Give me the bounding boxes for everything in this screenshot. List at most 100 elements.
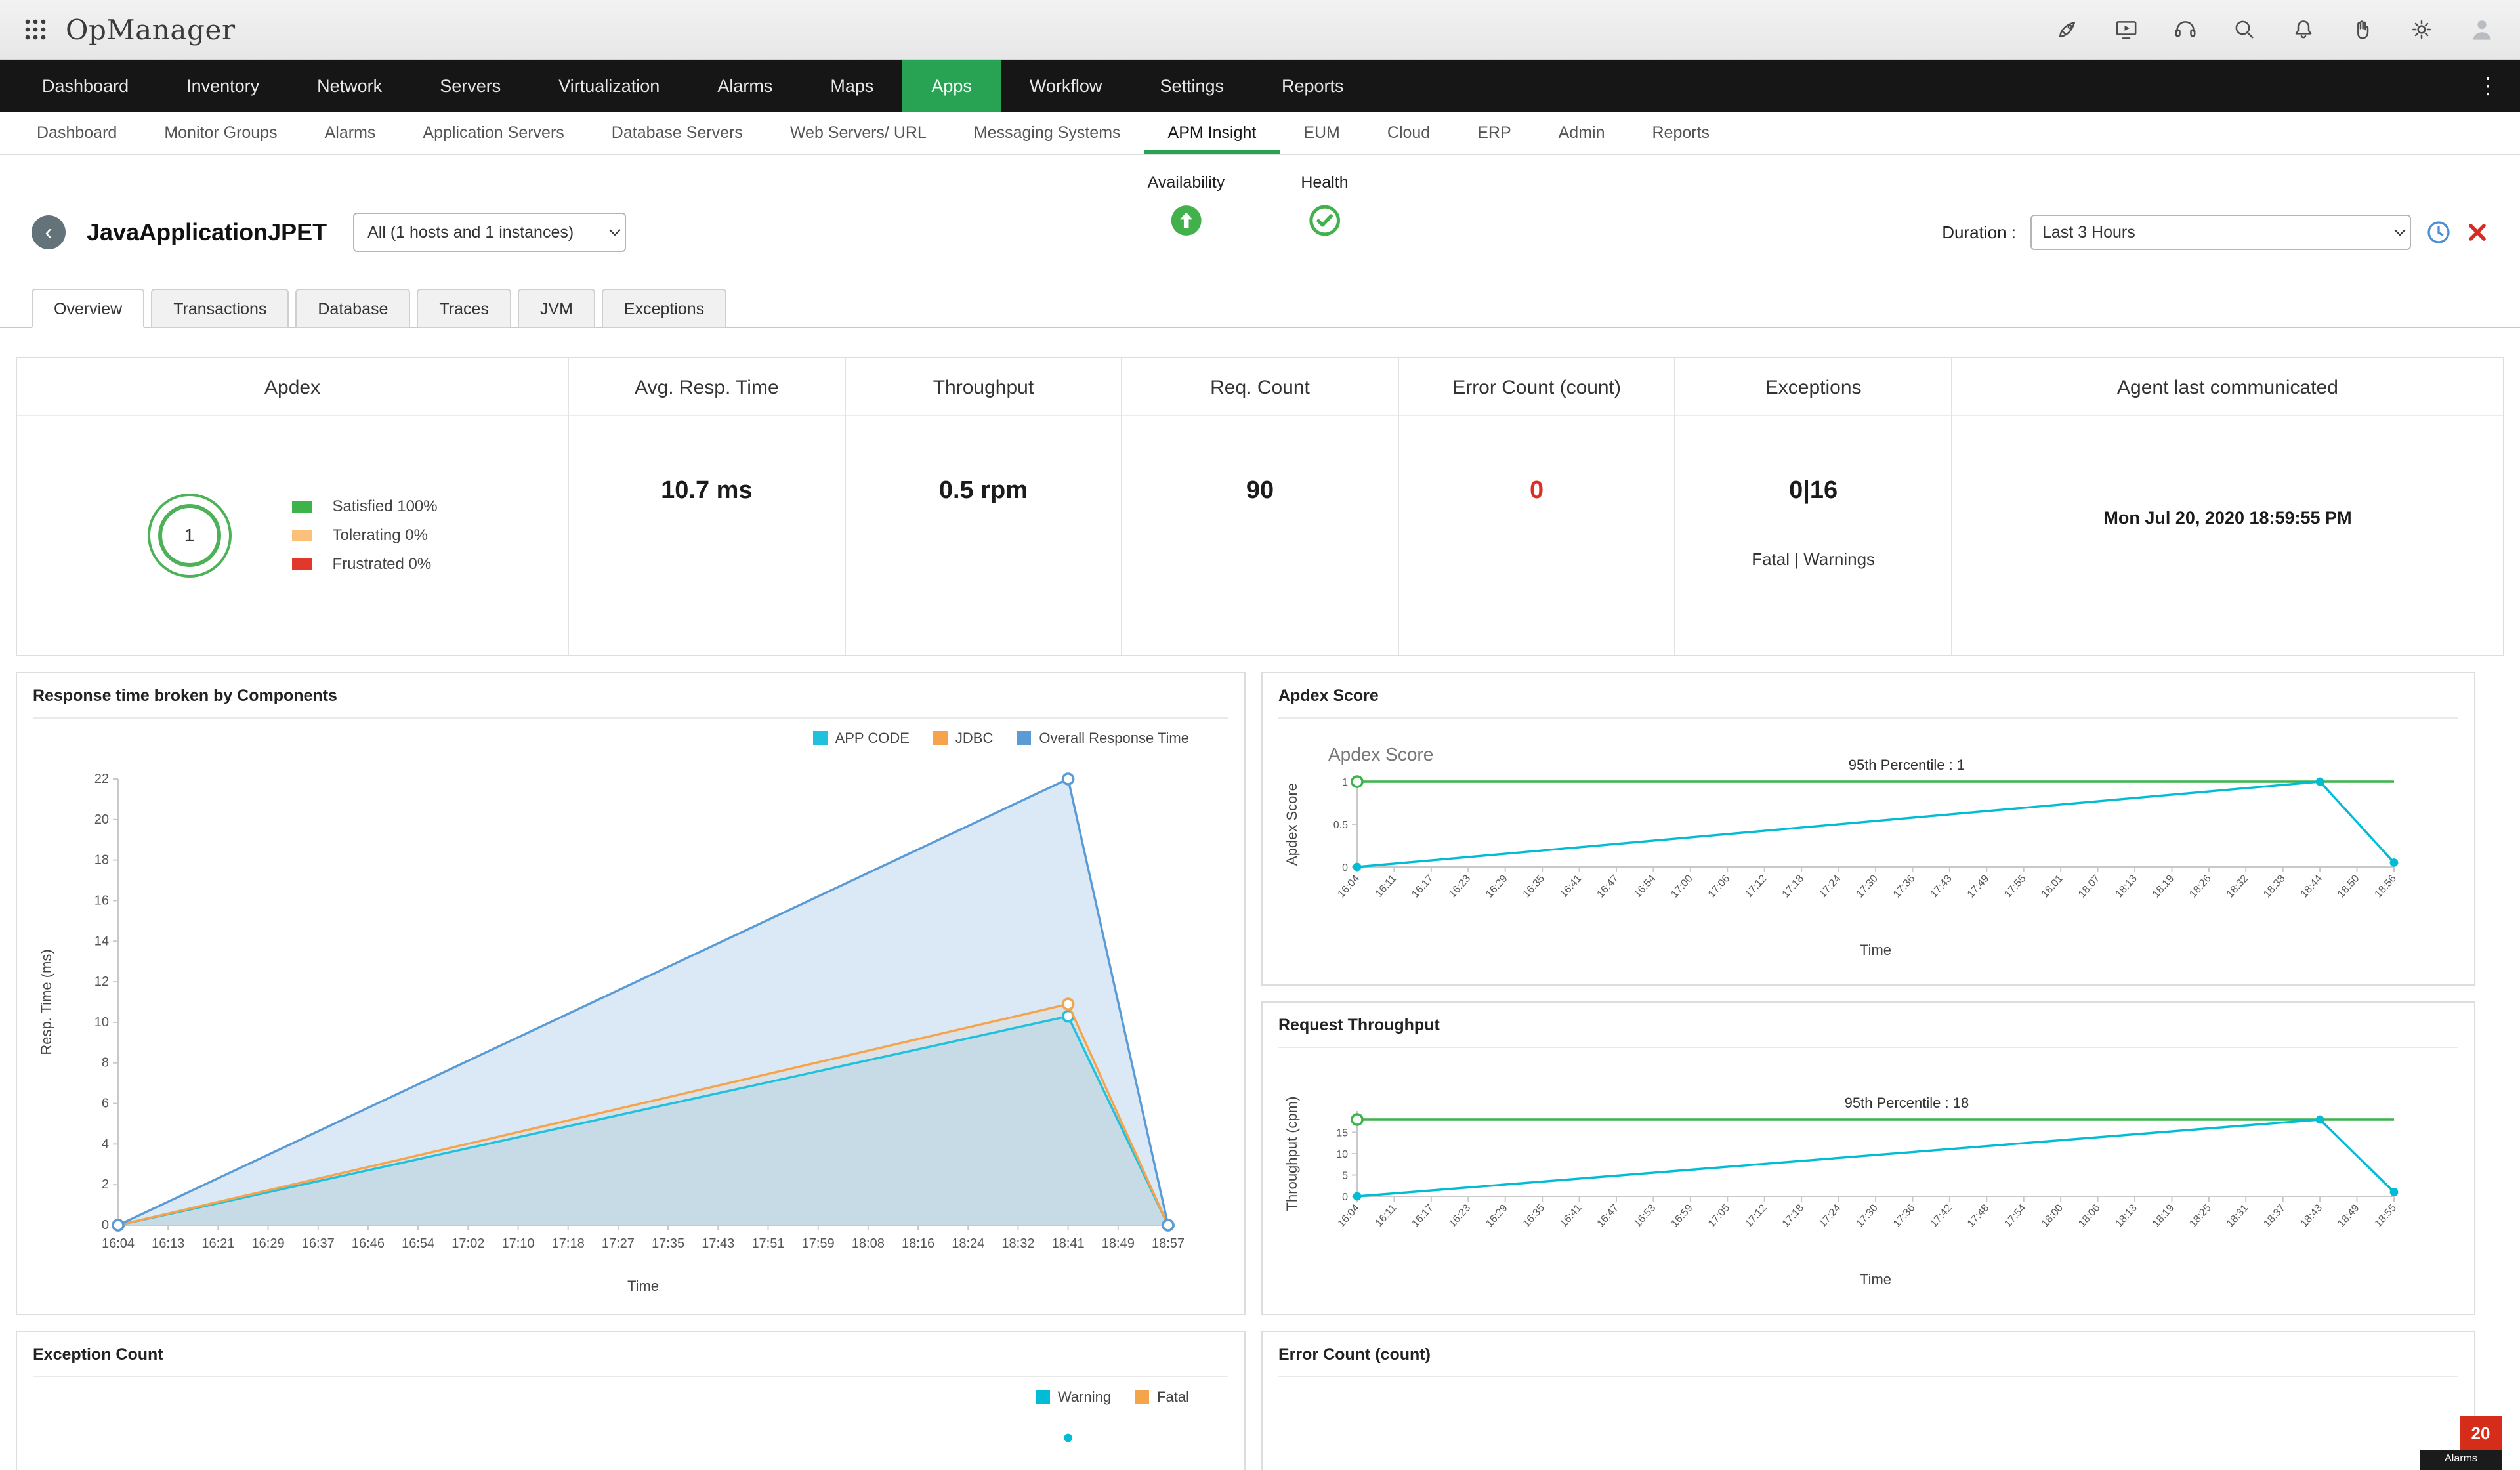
health-check-icon (1308, 218, 1341, 242)
svg-text:17:00: 17:00 (1669, 873, 1694, 900)
app-title[interactable]: OpManager (66, 14, 236, 46)
svg-text:17:05: 17:05 (1706, 1202, 1732, 1229)
legend-overall-response-time: Overall Response Time (1017, 730, 1189, 747)
legend-swatch (1135, 1390, 1149, 1404)
tab-exceptions[interactable]: Exceptions (602, 289, 726, 328)
back-button[interactable]: ‹ (32, 215, 66, 249)
tab-jvm[interactable]: JVM (518, 289, 595, 328)
legend-label: Fatal (1157, 1389, 1189, 1406)
tab-database[interactable]: Database (295, 289, 410, 328)
metric-card-value: 0|16 (1675, 476, 1951, 505)
main-nav-item-servers[interactable]: Servers (411, 60, 530, 112)
sub-nav-item-dashboard[interactable]: Dashboard (13, 112, 140, 154)
overflow-menu-icon[interactable]: ⋮ (2456, 60, 2520, 112)
sub-nav-item-apm-insight[interactable]: APM Insight (1144, 112, 1280, 154)
sub-nav-item-cloud[interactable]: Cloud (1364, 112, 1454, 154)
svg-text:17:48: 17:48 (1965, 1202, 1991, 1229)
close-icon[interactable] (2466, 221, 2488, 243)
svg-text:18:57: 18:57 (1152, 1236, 1185, 1251)
sub-nav-item-erp[interactable]: ERP (1454, 112, 1534, 154)
svg-text:20: 20 (94, 812, 109, 827)
clock-icon[interactable] (2426, 219, 2452, 245)
sub-nav-item-messaging-systems[interactable]: Messaging Systems (950, 112, 1144, 154)
feedback-hand-icon[interactable] (2349, 16, 2376, 43)
main-nav-item-apps[interactable]: Apps (902, 60, 1001, 112)
main-nav: DashboardInventoryNetworkServersVirtuali… (0, 60, 2520, 112)
settings-gear-icon[interactable] (2408, 16, 2435, 43)
svg-text:16:41: 16:41 (1558, 1202, 1584, 1229)
apps-grid-icon[interactable] (24, 18, 47, 41)
main-nav-item-workflow[interactable]: Workflow (1001, 60, 1131, 112)
svg-text:18:55: 18:55 (2373, 1202, 2399, 1229)
sub-nav-item-monitor-groups[interactable]: Monitor Groups (140, 112, 301, 154)
svg-text:16:35: 16:35 (1521, 1202, 1547, 1229)
sub-nav-item-alarms[interactable]: Alarms (301, 112, 400, 154)
svg-text:12: 12 (94, 975, 109, 989)
user-avatar[interactable] (2468, 15, 2496, 44)
duration-select[interactable]: Last 3 Hours (2030, 215, 2411, 250)
svg-text:16:37: 16:37 (302, 1236, 335, 1251)
svg-text:17:43: 17:43 (702, 1236, 734, 1251)
rocket-icon[interactable] (2054, 16, 2080, 43)
main-nav-item-inventory[interactable]: Inventory (158, 60, 288, 112)
svg-text:17:54: 17:54 (2002, 1202, 2028, 1229)
svg-text:16:47: 16:47 (1595, 873, 1621, 900)
metric-card-value: 0 (1399, 476, 1675, 505)
svg-text:17:51: 17:51 (751, 1236, 784, 1251)
svg-text:17:43: 17:43 (1928, 873, 1954, 900)
main-nav-item-network[interactable]: Network (288, 60, 411, 112)
exception-count-panel: Exception Count WarningFatal (16, 1331, 1246, 1470)
legend-jdbc: JDBC (933, 730, 993, 747)
error-count-panel: Error Count (count) (1261, 1331, 2475, 1470)
alarms-widget[interactable]: 20 Alarms (2420, 1416, 2502, 1470)
metric-card-value: 0.5 rpm (846, 476, 1122, 505)
main-nav-item-maps[interactable]: Maps (801, 60, 902, 112)
svg-text:4: 4 (102, 1137, 109, 1151)
host-instance-select[interactable]: All (1 hosts and 1 instances) (353, 213, 626, 252)
metric-card-title: Throughput (846, 358, 1122, 416)
main-nav-item-alarms[interactable]: Alarms (688, 60, 801, 112)
metric-card-title: Req. Count (1122, 358, 1398, 416)
metric-card-value: 90 (1122, 476, 1398, 505)
svg-text:Time: Time (1860, 1271, 1891, 1288)
main-nav-item-virtualization[interactable]: Virtualization (530, 60, 688, 112)
sub-nav-item-admin[interactable]: Admin (1535, 112, 1629, 154)
remote-session-icon[interactable] (2113, 16, 2139, 43)
notifications-bell-icon[interactable] (2290, 16, 2317, 43)
page-title: JavaApplicationJPET (87, 219, 327, 246)
apdex-legend: Satisfied 100%Tolerating 0%Frustrated 0% (292, 487, 438, 584)
sub-nav-item-eum[interactable]: EUM (1280, 112, 1364, 154)
metric-card-value: 10.7 ms (569, 476, 845, 505)
charts-row-bottom: Exception Count WarningFatal Error Count… (16, 1331, 2504, 1470)
main-nav-item-settings[interactable]: Settings (1131, 60, 1253, 112)
support-headset-icon[interactable] (2172, 16, 2198, 43)
tab-transactions[interactable]: Transactions (151, 289, 289, 328)
alarm-count-badge[interactable]: 20 (2460, 1416, 2502, 1450)
health-status: Health (1301, 173, 1348, 242)
metrics-summary-panel: Apdex 1 Satisfied 100%Tolerating 0%Frust… (16, 357, 2504, 656)
metric-card-title: Apdex (17, 358, 568, 416)
tab-overview[interactable]: Overview (32, 289, 144, 328)
svg-text:18:16: 18:16 (902, 1236, 934, 1251)
svg-text:17:59: 17:59 (802, 1236, 835, 1251)
svg-text:17:55: 17:55 (2002, 873, 2028, 900)
sub-nav-item-application-servers[interactable]: Application Servers (399, 112, 587, 154)
svg-text:0: 0 (102, 1218, 109, 1232)
svg-text:18:43: 18:43 (2299, 1202, 2324, 1229)
sub-nav-item-database-servers[interactable]: Database Servers (588, 112, 766, 154)
metric-card-req-count: Req. Count 90 (1122, 358, 1399, 655)
metric-card-title: Avg. Resp. Time (569, 358, 845, 416)
panel-title: Request Throughput (1278, 1016, 2458, 1048)
svg-text:10: 10 (1336, 1149, 1348, 1160)
metric-card-agent-last-communicated: Agent last communicatedMon Jul 20, 2020 … (1952, 358, 2503, 655)
svg-text:16:11: 16:11 (1374, 1202, 1399, 1228)
apdex-legend-tolerating-0: Tolerating 0% (292, 526, 438, 545)
sub-nav-item-reports[interactable]: Reports (1629, 112, 1734, 154)
svg-text:18:08: 18:08 (852, 1236, 885, 1251)
search-icon[interactable] (2231, 16, 2258, 43)
tab-traces[interactable]: Traces (417, 289, 511, 328)
svg-text:18:32: 18:32 (1001, 1236, 1034, 1251)
main-nav-item-dashboard[interactable]: Dashboard (13, 60, 158, 112)
sub-nav-item-web-servers-url[interactable]: Web Servers/ URL (766, 112, 950, 154)
main-nav-item-reports[interactable]: Reports (1253, 60, 1373, 112)
